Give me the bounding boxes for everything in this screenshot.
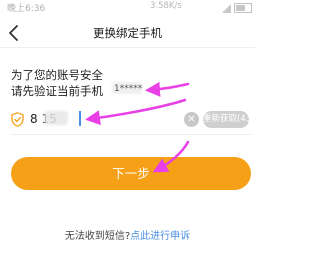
arrow-to-phone (145, 81, 190, 97)
network-speed: 3.58K/s (150, 1, 182, 11)
verify-prompt: 请先验证当前手机 (11, 84, 103, 98)
status-time: 晚上6:36 (7, 4, 46, 14)
status-icons (222, 3, 252, 13)
text-cursor (79, 111, 81, 126)
next-step-button[interactable]: 下一步 (11, 157, 251, 190)
nav-bar: 更换绑定手机 (0, 20, 255, 46)
signal-icon (222, 3, 231, 13)
input-underline (11, 134, 251, 135)
nav-divider (0, 47, 255, 48)
help-question: 无法收到短信? (64, 231, 131, 242)
shield-icon (11, 112, 24, 127)
resend-code-button[interactable]: 重新获取(43s) (203, 111, 249, 128)
code-blur (44, 111, 68, 125)
appeal-link[interactable]: 点此进行申诉 (130, 231, 190, 242)
current-phone-number: 1***** (114, 84, 143, 94)
battery-icon (234, 3, 252, 13)
status-bar: 晚上6:36 3.58K/s (0, 0, 255, 18)
clear-icon[interactable]: ✕ (184, 112, 199, 127)
help-line: 无法收到短信?点此进行申诉 (0, 227, 255, 242)
code-input-row: 8 15 ✕ 重新获取(43s) (0, 108, 255, 134)
security-prompt: 为了您的账号安全 (11, 68, 103, 82)
page-title: 更换绑定手机 (93, 26, 162, 40)
